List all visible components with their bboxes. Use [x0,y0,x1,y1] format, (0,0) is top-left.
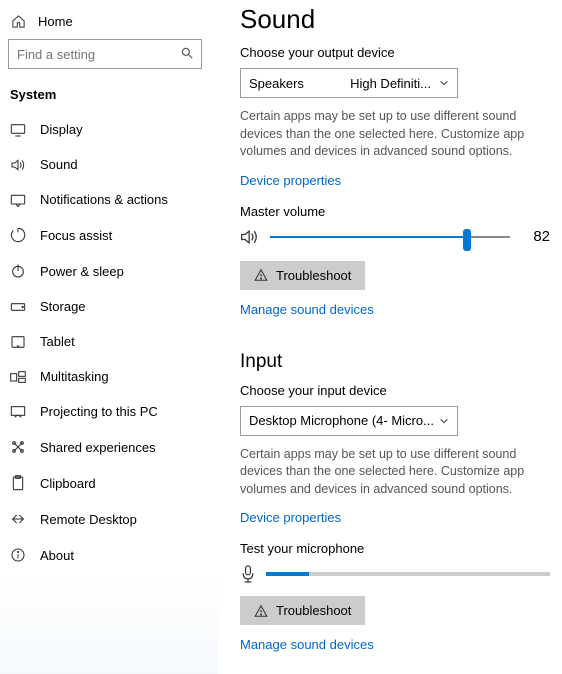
projecting-icon [10,405,26,419]
about-icon [10,547,26,563]
test-mic-label: Test your microphone [240,541,550,556]
multitasking-icon [10,370,26,384]
main-content: Sound Choose your output device Speakers… [218,0,562,674]
output-manage-devices-link[interactable]: Manage sound devices [240,302,374,317]
troubleshoot-label: Troubleshoot [276,603,351,618]
output-troubleshoot-button[interactable]: Troubleshoot [240,261,365,290]
home-label: Home [38,14,73,29]
sidebar-item-label: Shared experiences [40,440,156,455]
remote-icon [10,511,26,527]
master-volume-slider[interactable] [270,227,510,247]
sidebar-item-clipboard[interactable]: Clipboard [8,465,218,501]
sidebar-item-storage[interactable]: Storage [8,289,218,324]
input-heading: Input [240,351,550,373]
input-device-select[interactable]: Desktop Microphone (4- Micro... [240,406,458,436]
chevron-down-icon [439,78,449,88]
slider-fill [270,236,467,238]
sidebar-item-label: Display [40,122,83,137]
search-input[interactable] [8,39,202,69]
sidebar-item-power[interactable]: Power & sleep [8,253,218,289]
microphone-icon [240,564,256,584]
focus-icon [10,227,26,243]
storage-icon [10,301,26,313]
sidebar-item-focus[interactable]: Focus assist [8,217,218,253]
sidebar-item-label: Multitasking [40,369,109,384]
home-icon [10,14,26,29]
sidebar-item-about[interactable]: About [8,537,218,573]
input-manage-devices-link[interactable]: Manage sound devices [240,637,374,652]
sidebar: Home System Display Sound Notifications … [0,0,218,674]
sidebar-item-remote[interactable]: Remote Desktop [8,501,218,537]
notifications-icon [10,193,26,207]
sidebar-item-label: Projecting to this PC [40,404,158,419]
input-help-text: Certain apps may be set up to use differ… [240,446,550,499]
power-icon [10,263,26,279]
output-help-text: Certain apps may be set up to use differ… [240,108,550,161]
output-device-properties-link[interactable]: Device properties [240,173,341,188]
tablet-icon [10,335,26,349]
sidebar-item-label: Notifications & actions [40,192,168,207]
master-volume-value: 82 [520,228,550,245]
warning-icon [254,268,268,282]
sidebar-item-label: Sound [40,157,78,172]
category-header: System [8,83,218,112]
troubleshoot-label: Troubleshoot [276,268,351,283]
sidebar-item-label: Focus assist [40,228,112,243]
output-device-select[interactable]: Speakers High Definiti... [240,68,458,98]
master-volume-label: Master volume [240,204,550,219]
clipboard-icon [10,475,26,491]
sidebar-item-label: Clipboard [40,476,96,491]
input-troubleshoot-button[interactable]: Troubleshoot [240,596,365,625]
search-icon [180,46,194,60]
sidebar-item-label: About [40,548,74,563]
mic-level-fill [266,572,309,576]
sidebar-item-tablet[interactable]: Tablet [8,324,218,359]
input-select-value: Desktop Microphone (4- Micro... [249,413,449,428]
sidebar-item-shared[interactable]: Shared experiences [8,429,218,465]
warning-icon [254,604,268,618]
chevron-down-icon [439,416,449,426]
output-select-primary: Speakers [249,76,304,91]
output-select-secondary: High Definiti... [304,76,449,91]
speaker-icon[interactable] [240,228,260,246]
sidebar-item-label: Storage [40,299,86,314]
slider-thumb[interactable] [463,229,471,251]
output-choose-label: Choose your output device [240,45,550,60]
sidebar-item-display[interactable]: Display [8,112,218,147]
home-button[interactable]: Home [8,8,218,39]
sidebar-item-notifications[interactable]: Notifications & actions [8,182,218,217]
sidebar-item-label: Tablet [40,334,75,349]
sidebar-item-label: Remote Desktop [40,512,137,527]
search-field[interactable] [8,39,202,69]
page-title: Sound [240,4,550,35]
sidebar-item-label: Power & sleep [40,264,124,279]
display-icon [10,123,26,137]
input-choose-label: Choose your input device [240,383,550,398]
input-device-properties-link[interactable]: Device properties [240,510,341,525]
mic-level-bar [266,572,550,576]
sound-icon [10,158,26,172]
sidebar-item-sound[interactable]: Sound [8,147,218,182]
shared-icon [10,439,26,455]
sidebar-item-projecting[interactable]: Projecting to this PC [8,394,218,429]
sidebar-item-multitasking[interactable]: Multitasking [8,359,218,394]
